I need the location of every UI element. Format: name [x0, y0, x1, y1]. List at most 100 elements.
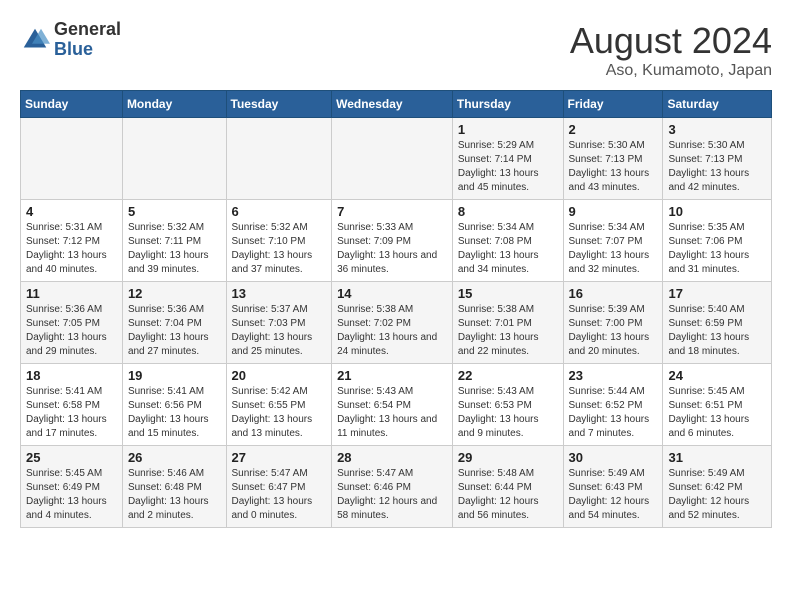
day-number: 29 [458, 450, 558, 465]
day-info: Sunrise: 5:47 AM Sunset: 6:46 PM Dayligh… [337, 467, 447, 523]
day-number: 13 [232, 286, 327, 301]
day-number: 17 [668, 286, 766, 301]
day-info: Sunrise: 5:32 AM Sunset: 7:10 PM Dayligh… [232, 221, 327, 277]
calendar-cell: 8 Sunrise: 5:34 AM Sunset: 7:08 PM Daylig… [452, 200, 563, 282]
day-number: 7 [337, 204, 447, 219]
logo-general: General [54, 19, 121, 39]
day-info: Sunrise: 5:30 AM Sunset: 7:13 PM Dayligh… [668, 139, 766, 195]
day-info: Sunrise: 5:32 AM Sunset: 7:11 PM Dayligh… [128, 221, 221, 277]
day-number: 2 [569, 122, 658, 137]
calendar-cell: 4 Sunrise: 5:31 AM Sunset: 7:12 PM Daylig… [21, 200, 123, 282]
calendar-cell: 5 Sunrise: 5:32 AM Sunset: 7:11 PM Daylig… [122, 200, 226, 282]
day-info: Sunrise: 5:29 AM Sunset: 7:14 PM Dayligh… [458, 139, 558, 195]
day-number: 16 [569, 286, 658, 301]
day-number: 14 [337, 286, 447, 301]
weekday-header-row: SundayMondayTuesdayWednesdayThursdayFrid… [21, 91, 772, 118]
calendar-cell: 31 Sunrise: 5:49 AM Sunset: 6:42 PM Dayli… [663, 446, 772, 528]
calendar-cell: 23Sunrise: 5:44 AM Sunset: 6:52 PM Dayli… [563, 364, 663, 446]
calendar-subtitle: Aso, Kumamoto, Japan [570, 62, 772, 80]
day-info: Sunrise: 5:49 AM Sunset: 6:42 PM Dayligh… [668, 467, 766, 523]
day-info: Sunrise: 5:41 AM Sunset: 6:58 PM Dayligh… [26, 385, 117, 441]
day-number: 12 [128, 286, 221, 301]
day-number: 5 [128, 204, 221, 219]
day-info: Sunrise: 5:43 AM Sunset: 6:54 PM Dayligh… [337, 385, 447, 441]
calendar-cell: 29 Sunrise: 5:48 AM Sunset: 6:44 PM Dayli… [452, 446, 563, 528]
calendar-cell: 17 Sunrise: 5:40 AM Sunset: 6:59 PM Dayli… [663, 282, 772, 364]
day-number: 1 [458, 122, 558, 137]
page-header: General Blue August 2024 Aso, Kumamoto, … [20, 20, 772, 80]
day-number: 22 [458, 368, 558, 383]
calendar-cell: 1 Sunrise: 5:29 AM Sunset: 7:14 PM Daylig… [452, 118, 563, 200]
week-row-5: 25Sunrise: 5:45 AM Sunset: 6:49 PM Dayli… [21, 446, 772, 528]
calendar-cell: 26 Sunrise: 5:46 AM Sunset: 6:48 PM Dayli… [122, 446, 226, 528]
day-info: Sunrise: 5:30 AM Sunset: 7:13 PM Dayligh… [569, 139, 658, 195]
weekday-header-monday: Monday [122, 91, 226, 118]
calendar-cell: 14 Sunrise: 5:38 AM Sunset: 7:02 PM Dayli… [332, 282, 453, 364]
day-number: 9 [569, 204, 658, 219]
calendar-cell: 3Sunrise: 5:30 AM Sunset: 7:13 PM Daylig… [663, 118, 772, 200]
calendar-cell: 12 Sunrise: 5:36 AM Sunset: 7:04 PM Dayli… [122, 282, 226, 364]
day-number: 11 [26, 286, 117, 301]
calendar-cell: 27 Sunrise: 5:47 AM Sunset: 6:47 PM Dayli… [226, 446, 332, 528]
calendar-cell: 13 Sunrise: 5:37 AM Sunset: 7:03 PM Dayli… [226, 282, 332, 364]
calendar-cell: 10Sunrise: 5:35 AM Sunset: 7:06 PM Dayli… [663, 200, 772, 282]
day-info: Sunrise: 5:43 AM Sunset: 6:53 PM Dayligh… [458, 385, 558, 441]
weekday-header-thursday: Thursday [452, 91, 563, 118]
day-info: Sunrise: 5:31 AM Sunset: 7:12 PM Dayligh… [26, 221, 117, 277]
title-block: August 2024 Aso, Kumamoto, Japan [570, 20, 772, 80]
day-info: Sunrise: 5:34 AM Sunset: 7:07 PM Dayligh… [569, 221, 658, 277]
day-info: Sunrise: 5:35 AM Sunset: 7:06 PM Dayligh… [668, 221, 766, 277]
day-number: 8 [458, 204, 558, 219]
day-info: Sunrise: 5:36 AM Sunset: 7:04 PM Dayligh… [128, 303, 221, 359]
calendar-cell [226, 118, 332, 200]
day-info: Sunrise: 5:42 AM Sunset: 6:55 PM Dayligh… [232, 385, 327, 441]
calendar-cell: 15 Sunrise: 5:38 AM Sunset: 7:01 PM Dayli… [452, 282, 563, 364]
day-number: 30 [569, 450, 658, 465]
calendar-cell: 20 Sunrise: 5:42 AM Sunset: 6:55 PM Dayli… [226, 364, 332, 446]
day-info: Sunrise: 5:47 AM Sunset: 6:47 PM Dayligh… [232, 467, 327, 523]
weekday-header-saturday: Saturday [663, 91, 772, 118]
calendar-cell: 16 Sunrise: 5:39 AM Sunset: 7:00 PM Dayli… [563, 282, 663, 364]
calendar-cell: 19Sunrise: 5:41 AM Sunset: 6:56 PM Dayli… [122, 364, 226, 446]
day-info: Sunrise: 5:37 AM Sunset: 7:03 PM Dayligh… [232, 303, 327, 359]
week-row-2: 4 Sunrise: 5:31 AM Sunset: 7:12 PM Daylig… [21, 200, 772, 282]
weekday-header-wednesday: Wednesday [332, 91, 453, 118]
day-number: 26 [128, 450, 221, 465]
calendar-cell [122, 118, 226, 200]
calendar-cell: 25Sunrise: 5:45 AM Sunset: 6:49 PM Dayli… [21, 446, 123, 528]
calendar-cell: 9 Sunrise: 5:34 AM Sunset: 7:07 PM Daylig… [563, 200, 663, 282]
day-number: 27 [232, 450, 327, 465]
day-info: Sunrise: 5:38 AM Sunset: 7:02 PM Dayligh… [337, 303, 447, 359]
day-info: Sunrise: 5:39 AM Sunset: 7:00 PM Dayligh… [569, 303, 658, 359]
day-number: 21 [337, 368, 447, 383]
day-number: 28 [337, 450, 447, 465]
calendar-cell [21, 118, 123, 200]
day-info: Sunrise: 5:45 AM Sunset: 6:51 PM Dayligh… [668, 385, 766, 441]
day-number: 19 [128, 368, 221, 383]
logo-blue: Blue [54, 39, 93, 59]
week-row-1: 1 Sunrise: 5:29 AM Sunset: 7:14 PM Daylig… [21, 118, 772, 200]
calendar-title: August 2024 [570, 20, 772, 62]
day-info: Sunrise: 5:49 AM Sunset: 6:43 PM Dayligh… [569, 467, 658, 523]
day-info: Sunrise: 5:36 AM Sunset: 7:05 PM Dayligh… [26, 303, 117, 359]
day-info: Sunrise: 5:48 AM Sunset: 6:44 PM Dayligh… [458, 467, 558, 523]
day-info: Sunrise: 5:40 AM Sunset: 6:59 PM Dayligh… [668, 303, 766, 359]
logo-text: General Blue [54, 20, 121, 60]
weekday-header-tuesday: Tuesday [226, 91, 332, 118]
day-number: 25 [26, 450, 117, 465]
day-number: 20 [232, 368, 327, 383]
day-info: Sunrise: 5:34 AM Sunset: 7:08 PM Dayligh… [458, 221, 558, 277]
day-info: Sunrise: 5:46 AM Sunset: 6:48 PM Dayligh… [128, 467, 221, 523]
calendar-cell: 18 Sunrise: 5:41 AM Sunset: 6:58 PM Dayli… [21, 364, 123, 446]
calendar-table: SundayMondayTuesdayWednesdayThursdayFrid… [20, 90, 772, 528]
calendar-cell: 22 Sunrise: 5:43 AM Sunset: 6:53 PM Dayli… [452, 364, 563, 446]
day-info: Sunrise: 5:38 AM Sunset: 7:01 PM Dayligh… [458, 303, 558, 359]
weekday-header-friday: Friday [563, 91, 663, 118]
day-number: 4 [26, 204, 117, 219]
day-number: 18 [26, 368, 117, 383]
day-number: 31 [668, 450, 766, 465]
calendar-cell: 30 Sunrise: 5:49 AM Sunset: 6:43 PM Dayli… [563, 446, 663, 528]
day-number: 15 [458, 286, 558, 301]
week-row-4: 18 Sunrise: 5:41 AM Sunset: 6:58 PM Dayli… [21, 364, 772, 446]
calendar-cell: 2 Sunrise: 5:30 AM Sunset: 7:13 PM Daylig… [563, 118, 663, 200]
